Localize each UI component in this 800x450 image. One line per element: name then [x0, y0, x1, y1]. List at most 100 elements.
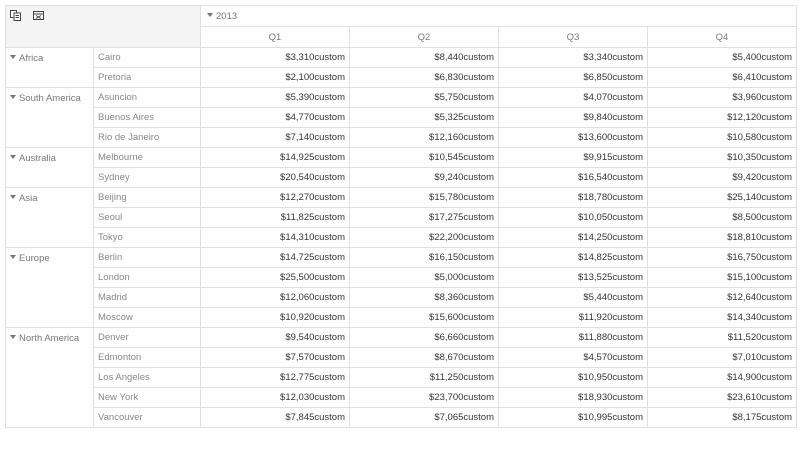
year-header[interactable]: 2013 [200, 5, 798, 27]
value-cell: $5,000custom [349, 267, 500, 288]
city-label: Vancouver [92, 407, 202, 428]
value-cell: $12,120custom [647, 107, 798, 128]
value-cell: $11,920custom [498, 307, 649, 328]
collapse-caret-icon[interactable] [10, 55, 16, 60]
table-row: Australia Melbourne $14,925custom $10,545cu… [5, 147, 798, 188]
value-cell: $2,100custom [200, 67, 351, 88]
pivot-table: 2013 Q1 Q2 Q3 Q4 Africa Cairo $3,310custom… [4, 5, 798, 428]
country-label: Africa [19, 53, 44, 64]
value-cell: $17,275custom [349, 207, 500, 228]
table-row: Africa Cairo $3,310custom $8,440custom $3,34… [5, 47, 798, 88]
country-label: South America [19, 93, 81, 104]
collapse-caret-icon[interactable] [207, 12, 214, 17]
row-group-header[interactable]: Australia [5, 147, 94, 188]
row-group-header[interactable]: South America [5, 87, 94, 148]
value-cell: $10,545custom [349, 147, 500, 168]
value-cell: $7,010custom [647, 347, 798, 368]
value-cell: $5,325custom [349, 107, 500, 128]
city-label: New York [92, 387, 202, 408]
quarter-header: Q1 [200, 26, 351, 48]
value-cell: $5,750custom [349, 87, 500, 108]
header-row-year: 2013 [4, 5, 798, 48]
value-cell: $10,350custom [647, 147, 798, 168]
value-cell: $7,845custom [200, 407, 351, 428]
value-cell: $16,540custom [498, 167, 649, 188]
row-group-header[interactable]: North America [5, 327, 94, 428]
table-row: Asia Beijing $12,270custom $15,780custom $18… [5, 187, 798, 248]
value-cell: $11,825custom [200, 207, 351, 228]
value-cell: $12,775custom [200, 367, 351, 388]
city-label: Moscow [92, 307, 202, 328]
value-cell: $11,250custom [349, 367, 500, 388]
row-group-header[interactable]: Asia [5, 187, 94, 248]
value-cell: $9,840custom [498, 107, 649, 128]
city-label: Denver [92, 327, 202, 348]
value-cell: $12,270custom [200, 187, 351, 208]
value-cell: $10,950custom [498, 367, 649, 388]
table-row: Europe Berlin $14,725custom $16,150custom $1… [5, 247, 798, 328]
city-label: Asuncion [92, 87, 202, 108]
export-excel-icon[interactable] [32, 10, 44, 21]
value-cell: $18,780custom [498, 187, 649, 208]
table-row: Madrid $12,060custom $8,360custom $5,440cus… [6, 287, 798, 308]
value-cell: $6,660custom [349, 327, 500, 348]
city-label: London [92, 267, 202, 288]
value-cell: $6,830custom [349, 67, 500, 88]
table-row: Vancouver $7,845custom $7,065custom $10,995… [6, 407, 798, 428]
city-label: Pretoria [92, 67, 202, 88]
year-label: 2013 [216, 10, 238, 22]
value-cell: $13,600custom [498, 127, 649, 148]
table-row: New York $12,030custom $23,700custom $18,93… [6, 387, 798, 408]
table-row: Pretoria $2,100custom $6,830custom $6,850cu… [6, 67, 798, 88]
collapse-caret-icon[interactable] [10, 155, 16, 160]
collapse-caret-icon[interactable] [10, 255, 16, 260]
value-cell: $9,540custom [200, 327, 351, 348]
value-cell: $5,440custom [498, 287, 649, 308]
city-label: Sydney [92, 167, 202, 188]
row-group-header[interactable]: Europe [5, 247, 94, 328]
city-label: Rio de Janeiro [92, 127, 202, 148]
value-cell: $16,750custom [647, 247, 798, 268]
value-cell: $11,880custom [498, 327, 649, 348]
value-cell: $16,150custom [349, 247, 500, 268]
table-row: Edmonton $7,570custom $8,670custom $4,570cu… [6, 347, 798, 368]
value-cell: $9,915custom [498, 147, 649, 168]
value-cell: $23,700custom [349, 387, 500, 408]
pivot-grid: 2013 Q1 Q2 Q3 Q4 Africa Cairo $3,310custom… [4, 5, 798, 450]
table-row: Tokyo $14,310custom $22,200custom $14,250cu… [6, 227, 798, 248]
field-chooser-icon[interactable] [10, 10, 21, 21]
country-label: Europe [19, 253, 50, 264]
value-cell: $5,390custom [200, 87, 351, 108]
city-label: Beijing [92, 187, 202, 208]
value-cell: $3,960custom [647, 87, 798, 108]
value-cell: $4,070custom [498, 87, 649, 108]
value-cell: $14,340custom [647, 307, 798, 328]
value-cell: $14,925custom [200, 147, 351, 168]
value-cell: $10,580custom [647, 127, 798, 148]
collapse-caret-icon[interactable] [10, 95, 16, 100]
table-row: Buenos Aires $4,770custom $5,325custom $9,8… [6, 107, 798, 128]
row-group-header[interactable]: Africa [5, 47, 94, 88]
toolbar-area [4, 5, 202, 48]
value-cell: $14,725custom [200, 247, 351, 268]
value-cell: $14,900custom [647, 367, 798, 388]
quarter-header: Q2 [349, 26, 500, 48]
quarter-header: Q4 [647, 26, 798, 48]
city-label: Cairo [92, 47, 202, 68]
value-cell: $4,570custom [498, 347, 649, 368]
table-row: Sydney $20,540custom $9,240custom $16,540cu… [6, 167, 798, 188]
table-row: Rio de Janeiro $7,140custom $12,160custom $… [6, 127, 798, 148]
value-cell: $7,140custom [200, 127, 351, 148]
value-cell: $14,310custom [200, 227, 351, 248]
value-cell: $4,770custom [200, 107, 351, 128]
value-cell: $8,175custom [647, 407, 798, 428]
value-cell: $12,060custom [200, 287, 351, 308]
value-cell: $22,200custom [349, 227, 500, 248]
value-cell: $10,995custom [498, 407, 649, 428]
collapse-caret-icon[interactable] [10, 195, 16, 200]
value-cell: $6,850custom [498, 67, 649, 88]
value-cell: $3,310custom [200, 47, 351, 68]
value-cell: $14,250custom [498, 227, 649, 248]
value-cell: $7,570custom [200, 347, 351, 368]
collapse-caret-icon[interactable] [10, 335, 16, 340]
